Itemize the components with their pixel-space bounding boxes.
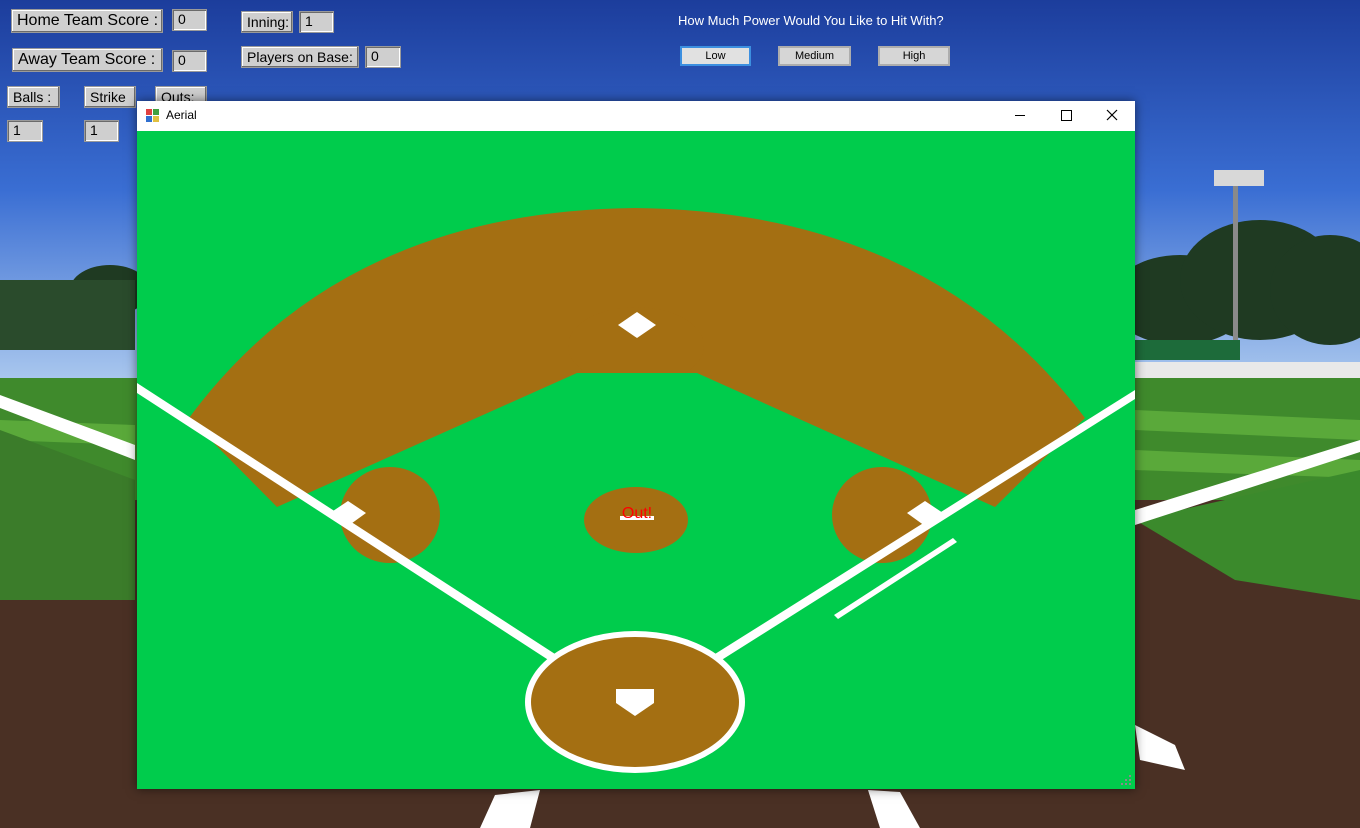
- maximize-button[interactable]: [1043, 101, 1089, 131]
- power-low-button[interactable]: Low: [680, 46, 751, 66]
- away-team-score-value: 0: [172, 50, 207, 72]
- aerial-window: Aerial Out!: [137, 101, 1135, 789]
- away-team-score-label: Away Team Score :: [12, 48, 163, 72]
- home-team-score-value: 0: [172, 9, 207, 31]
- close-icon: [1106, 109, 1118, 121]
- balls-value: 1: [7, 120, 43, 142]
- power-question: How Much Power Would You Like to Hit Wit…: [678, 13, 944, 28]
- out-status-text: Out!: [622, 505, 652, 522]
- minimize-icon: [1015, 115, 1025, 116]
- players-on-base-value: 0: [365, 46, 401, 68]
- power-high-button[interactable]: High: [878, 46, 950, 66]
- close-button[interactable]: [1089, 101, 1135, 131]
- app-icon: [146, 109, 159, 122]
- home-team-score-label: Home Team Score :: [11, 9, 163, 33]
- window-title: Aerial: [166, 108, 197, 122]
- inning-value: 1: [299, 11, 334, 33]
- baseball-field: Out!: [137, 131, 1135, 789]
- maximize-icon: [1061, 110, 1072, 121]
- inning-label: Inning:: [241, 11, 293, 33]
- window-titlebar[interactable]: Aerial: [137, 101, 1135, 131]
- strike-label: Strike: [84, 86, 136, 108]
- minimize-button[interactable]: [997, 101, 1043, 131]
- power-medium-button[interactable]: Medium: [778, 46, 851, 66]
- players-on-base-label: Players on Base:: [241, 46, 359, 68]
- strike-value: 1: [84, 120, 119, 142]
- balls-label: Balls :: [7, 86, 60, 108]
